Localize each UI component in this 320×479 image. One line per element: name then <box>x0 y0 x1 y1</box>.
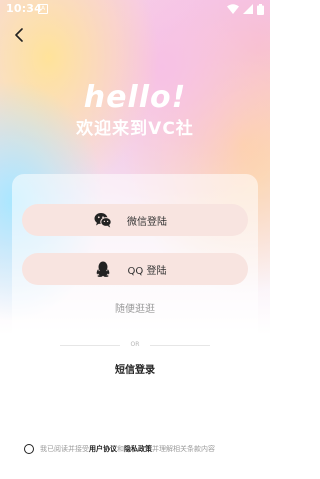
agreement-radio[interactable] <box>24 444 34 454</box>
wifi-icon <box>227 4 239 14</box>
browse-as-guest-link[interactable]: 随便逛逛 <box>0 300 270 315</box>
divider-line-right <box>150 345 210 346</box>
status-icons <box>227 3 264 15</box>
agreement-suffix: 并理解相关条款内容 <box>152 445 215 453</box>
back-button[interactable] <box>8 24 30 46</box>
hero-greeting: hello! <box>83 80 187 115</box>
sms-login-link[interactable]: 短信登录 <box>0 361 270 376</box>
or-divider: OR <box>60 339 210 351</box>
signal-icon <box>243 4 253 14</box>
qq-penguin-icon <box>96 261 110 277</box>
agreement-and: 和 <box>117 445 124 453</box>
qq-login-button[interactable]: QQ 登陆 <box>22 253 248 285</box>
user-agreement-link[interactable]: 用户协议 <box>89 444 117 454</box>
qq-login-label: QQ 登陆 <box>127 265 167 277</box>
wechat-login-button[interactable]: 微信登陆 <box>22 204 248 236</box>
hero-welcome-title: 欢迎来到VC社 <box>76 119 194 139</box>
agreement-prefix: 我已阅读并接受 <box>40 445 89 453</box>
status-bar: 10:34 A <box>0 0 270 18</box>
status-time: 10:34 <box>6 2 43 15</box>
privacy-policy-link[interactable]: 隐私政策 <box>124 444 152 454</box>
wechat-icon <box>94 213 112 228</box>
chevron-left-icon <box>15 28 23 42</box>
wechat-login-label: 微信登陆 <box>127 216 167 228</box>
notification-icon: A <box>38 4 48 14</box>
agreement-row: 我已阅读并接受 用户协议 和 隐私政策 并理解相关条款内容 <box>24 442 264 456</box>
battery-icon <box>257 3 264 15</box>
